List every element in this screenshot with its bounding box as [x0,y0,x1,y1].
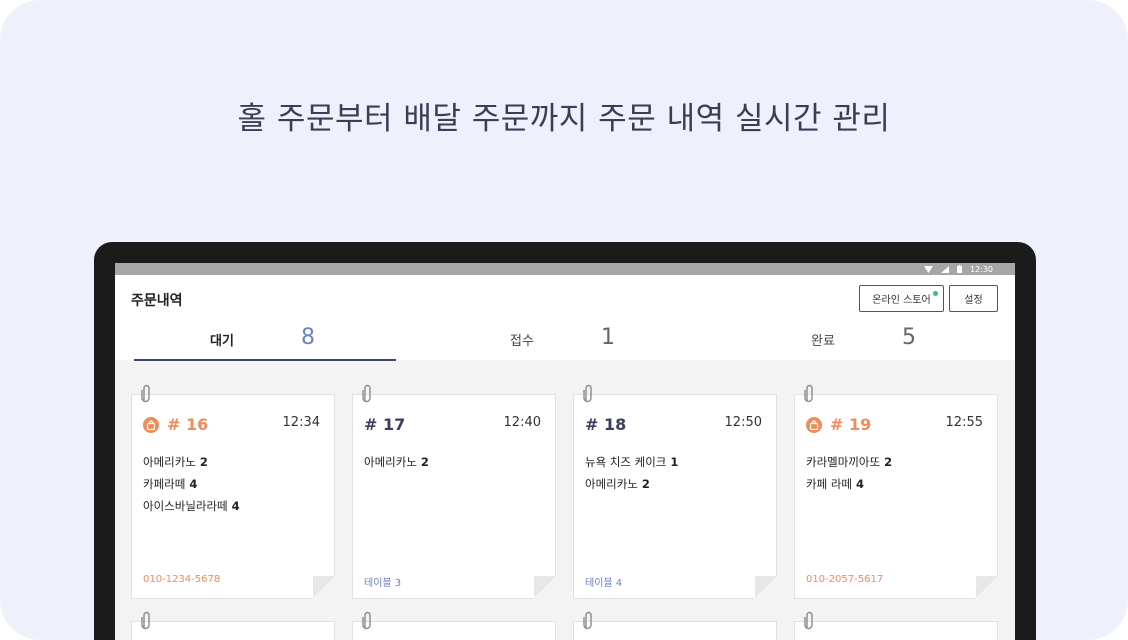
item-qty: 2 [420,455,429,469]
item-name: 카라멜마끼아또 [806,455,881,469]
order-time: 12:40 [503,415,541,430]
online-store-button[interactable]: 온라인 스토어 [859,285,944,312]
card-fold [534,576,556,598]
item-qty: 4 [231,499,240,513]
order-card[interactable]: # 17 12:40 아메리카노 2 테이블 3 [352,394,556,599]
order-card[interactable] [794,621,998,640]
item-qty: 2 [641,477,650,491]
shopping-bag-icon [143,416,159,433]
signal-icon [940,265,949,273]
order-time: 12:55 [945,415,983,430]
tab-completed[interactable]: 완료 5 [755,325,975,358]
item-name: 아메리카노 [143,455,196,469]
tab-label: 완료 [811,334,835,349]
active-tab-indicator [134,359,396,361]
order-number: # 17 [364,415,406,434]
list-item: 아메리카노 2 [585,473,678,495]
order-time: 12:34 [282,415,320,430]
list-item: 아메리카노 2 [364,451,429,473]
wifi-icon [923,265,933,273]
shopping-bag-icon [806,416,822,433]
order-card[interactable]: # 16 12:34 아메리카노 2 카페라떼 4 아이스바닐라라떼 4 010-12… [131,394,335,599]
order-card[interactable] [131,621,335,640]
order-card[interactable]: # 19 12:55 카라멜마끼아또 2 카페 라떼 4 010-2057-5617 [794,394,998,599]
item-qty: 4 [855,477,864,491]
tab-count: 8 [301,325,315,350]
list-item: 뉴욕 치즈 케이크 1 [585,451,678,473]
item-name: 뉴욕 치즈 케이크 [585,455,667,469]
paperclip-icon [583,384,592,403]
order-card[interactable] [352,621,556,640]
online-status-dot [933,291,938,296]
item-name: 카페라떼 [143,477,186,491]
list-item: 카라멜마끼아또 2 [806,451,892,473]
paperclip-icon [141,384,150,403]
headline: 홀 주문부터 배달 주문까지 주문 내역 실시간 관리 [237,101,891,137]
order-items: 카라멜마끼아또 2 카페 라떼 4 [806,451,892,495]
order-number-text: # 19 [830,415,872,434]
order-number: # 16 [143,415,208,434]
tab-label: 접수 [510,334,534,349]
item-qty: 2 [884,455,893,469]
paperclip-icon [362,611,371,630]
order-card[interactable]: # 18 12:50 뉴욕 치즈 케이크 1 아메리카노 2 테이블 4 [573,394,777,599]
list-item: 카페 라떼 4 [806,473,892,495]
paperclip-icon [141,611,150,630]
promo-background: 홀 주문부터 배달 주문까지 주문 내역 실시간 관리 12:30 주문내역 온… [0,0,1128,640]
order-phone: 010-2057-5617 [806,574,884,585]
settings-button[interactable]: 설정 [949,285,998,312]
list-item: 아메리카노 2 [143,451,240,473]
order-time: 12:50 [724,415,762,430]
item-name: 카페 라떼 [806,477,852,491]
online-store-label: 온라인 스토어 [872,295,931,306]
order-number: # 19 [806,415,871,434]
order-phone: 010-1234-5678 [143,574,221,585]
item-qty: 1 [670,455,679,469]
settings-label: 설정 [964,295,983,306]
tablet-screen: 12:30 주문내역 온라인 스토어 설정 대기 8 접수 1 완료 5 # 1… [115,263,1015,640]
card-fold [313,576,335,598]
order-table: 테이블 4 [585,578,623,589]
order-table: 테이블 3 [364,578,402,589]
list-item: 아이스바닐라라떼 4 [143,495,240,517]
tab-count: 1 [601,325,615,350]
page-title: 주문내역 [131,293,183,309]
paperclip-icon [804,384,813,403]
list-item: 카페라떼 4 [143,473,240,495]
paperclip-icon [804,611,813,630]
item-name: 아이스바닐라라떼 [143,499,228,513]
order-number: # 18 [585,415,627,434]
order-items: 아메리카노 2 [364,451,429,473]
tab-accepted[interactable]: 접수 1 [455,325,675,358]
tab-waiting[interactable]: 대기 8 [134,325,396,358]
app-header: 주문내역 온라인 스토어 설정 대기 8 접수 1 완료 5 [115,275,1015,360]
status-bar: 12:30 [115,263,1015,275]
item-name: 아메리카노 [585,477,638,491]
order-items: 뉴욕 치즈 케이크 1 아메리카노 2 [585,451,678,495]
paperclip-icon [362,384,371,403]
item-qty: 4 [189,477,198,491]
paperclip-icon [583,611,592,630]
order-card[interactable] [573,621,777,640]
battery-icon [956,265,962,273]
item-qty: 2 [199,455,208,469]
order-items: 아메리카노 2 카페라떼 4 아이스바닐라라떼 4 [143,451,240,517]
tab-label: 대기 [210,334,234,349]
card-fold [755,576,777,598]
item-name: 아메리카노 [364,455,417,469]
card-fold [976,576,998,598]
tab-count: 5 [902,325,916,350]
order-number-text: # 16 [167,415,209,434]
status-time: 12:30 [969,264,993,274]
